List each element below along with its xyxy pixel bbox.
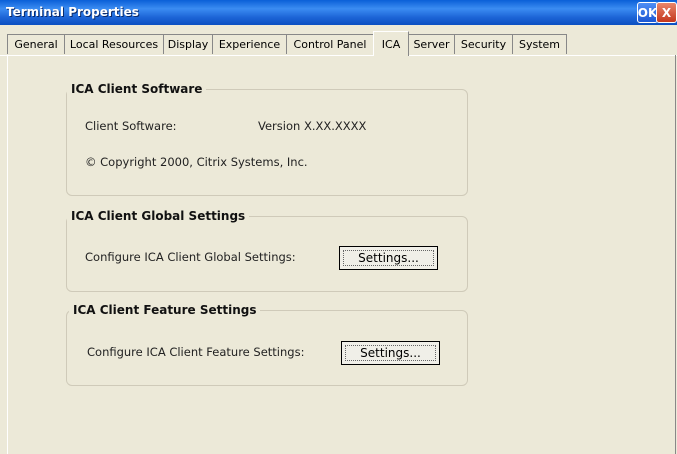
close-button[interactable]: X — [656, 2, 677, 23]
configure-global-label: Configure ICA Client Global Settings: — [85, 250, 296, 264]
tab-display[interactable]: Display — [163, 34, 213, 54]
global-settings-button[interactable]: Settings... — [339, 246, 438, 270]
ok-button[interactable]: OK — [637, 2, 658, 23]
tab-control-panel[interactable]: Control Panel — [286, 34, 374, 54]
client-software-label: Client Software: — [85, 119, 177, 133]
tab-general[interactable]: General — [7, 34, 65, 54]
copyright-text: © Copyright 2000, Citrix Systems, Inc. — [85, 155, 308, 169]
title-bar: Terminal Properties OK X — [0, 0, 677, 25]
tab-server[interactable]: Server — [408, 34, 455, 54]
terminal-properties-window: Terminal Properties OK X General Local R… — [0, 0, 677, 454]
tab-system[interactable]: System — [512, 34, 567, 54]
tab-ica[interactable]: ICA — [373, 31, 409, 56]
ica-client-global-settings-title: ICA Client Global Settings — [67, 209, 250, 223]
ica-client-software-group — [66, 89, 468, 196]
client-software-version: Version X.XX.XXXX — [258, 119, 367, 133]
tab-security[interactable]: Security — [454, 34, 513, 54]
tab-experience[interactable]: Experience — [212, 34, 287, 54]
configure-feature-label: Configure ICA Client Feature Settings: — [87, 345, 305, 359]
feature-settings-button[interactable]: Settings... — [341, 341, 440, 365]
ica-client-feature-settings-title: ICA Client Feature Settings — [69, 303, 261, 317]
tab-local-resources[interactable]: Local Resources — [64, 34, 164, 54]
window-title: Terminal Properties — [6, 5, 139, 19]
ica-client-software-title: ICA Client Software — [67, 82, 207, 96]
